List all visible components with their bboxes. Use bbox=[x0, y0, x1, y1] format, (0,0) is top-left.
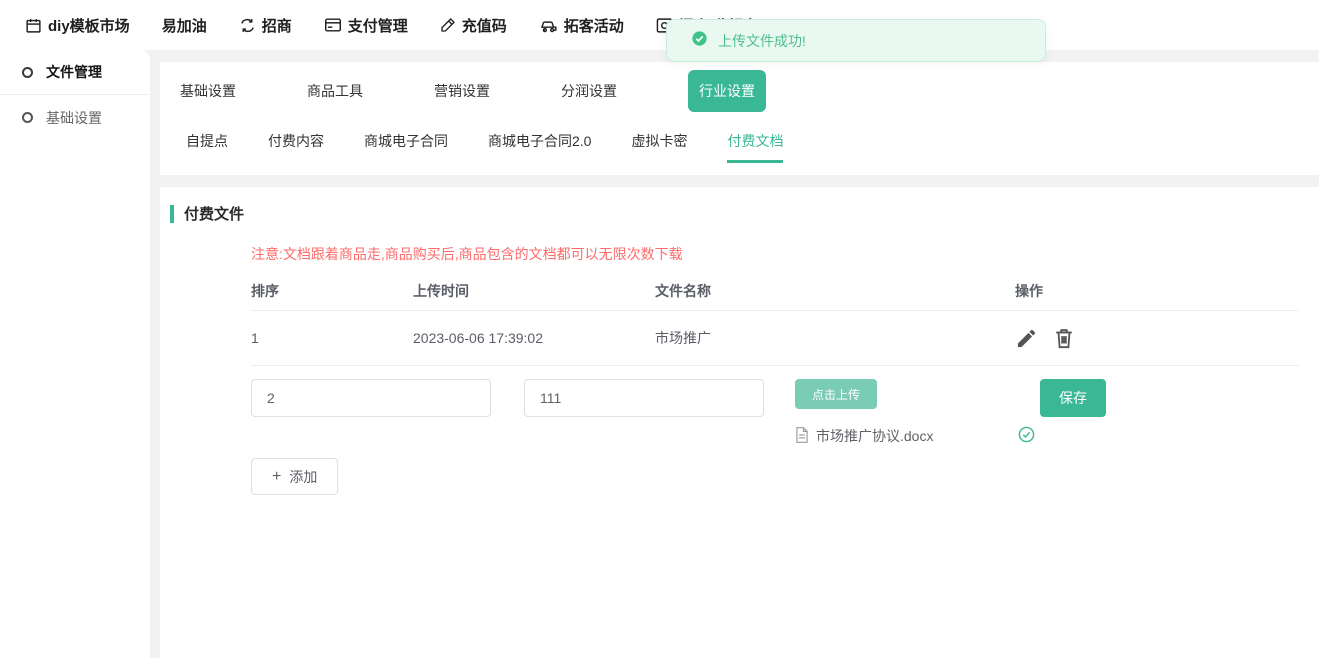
pen-icon bbox=[440, 17, 456, 33]
add-button-label: 添加 bbox=[289, 467, 317, 487]
nav-item-diy-template-market[interactable]: diy模板市场 bbox=[25, 15, 130, 36]
sidebar-item-basic-settings[interactable]: 基础设置 bbox=[0, 95, 150, 140]
toast-message: 上传文件成功! bbox=[718, 31, 806, 51]
nav-label: 拓客活动 bbox=[564, 15, 624, 36]
table-header-row: 排序 上传时间 文件名称 操作 bbox=[251, 271, 1299, 311]
nav-label: 充值码 bbox=[462, 15, 507, 36]
notice-text: 注意:文档跟着商品走,商品购买后,商品包含的文档都可以无限次数下载 bbox=[251, 244, 683, 264]
cell-file-name: 市场推广 bbox=[655, 328, 1015, 348]
files-table: 排序 上传时间 文件名称 操作 1 2023-06-06 17:39:02 市场… bbox=[251, 271, 1299, 366]
table-row: 1 2023-06-06 17:39:02 市场推广 bbox=[251, 311, 1299, 366]
edit-icon[interactable] bbox=[1015, 327, 1038, 350]
file-name-input[interactable] bbox=[524, 379, 764, 417]
sort-input[interactable] bbox=[251, 379, 491, 417]
document-icon bbox=[795, 427, 809, 446]
uploaded-file-item[interactable]: 市场推广协议.docx bbox=[795, 426, 933, 446]
sub-tabs: 自提点 付费内容 商城电子合同 商城电子合同2.0 虚拟卡密 付费文档 bbox=[160, 131, 1319, 163]
col-header-actions: 操作 bbox=[1015, 281, 1299, 301]
nav-label: 易加油 bbox=[162, 15, 207, 36]
section-accent-bar bbox=[170, 205, 174, 223]
nav-item-payment-management[interactable]: 支付管理 bbox=[324, 15, 408, 36]
sidebar-item-label: 基础设置 bbox=[46, 108, 102, 128]
cell-sort: 1 bbox=[251, 330, 413, 346]
nav-label: diy模板市场 bbox=[48, 15, 130, 36]
settings-tab-panel: 基础设置 商品工具 营销设置 分润设置 行业设置 自提点 付费内容 商城电子合同… bbox=[160, 62, 1319, 175]
nav-label: 招商 bbox=[262, 15, 292, 36]
col-header-sort: 排序 bbox=[251, 281, 413, 301]
car-icon bbox=[539, 17, 558, 33]
uploaded-file-name: 市场推广协议.docx bbox=[816, 426, 933, 446]
subtab-paid-content[interactable]: 付费内容 bbox=[268, 131, 324, 163]
radio-circle-icon bbox=[22, 67, 33, 78]
main-tabs: 基础设置 商品工具 营销设置 分润设置 行业设置 bbox=[160, 72, 1319, 110]
save-button[interactable]: 保存 bbox=[1040, 379, 1106, 417]
nav-label: 支付管理 bbox=[348, 15, 408, 36]
cell-upload-time: 2023-06-06 17:39:02 bbox=[413, 330, 655, 346]
subtab-mall-econtract[interactable]: 商城电子合同 bbox=[364, 131, 448, 163]
paid-files-panel: 付费文件 注意:文档跟着商品走,商品购买后,商品包含的文档都可以无限次数下载 排… bbox=[160, 187, 1319, 658]
tab-industry-settings[interactable]: 行业设置 bbox=[688, 70, 766, 112]
nav-item-yijiayou[interactable]: 易加油 bbox=[162, 15, 207, 36]
radio-circle-icon bbox=[22, 112, 33, 123]
col-header-upload-time: 上传时间 bbox=[413, 281, 655, 301]
col-header-file-name: 文件名称 bbox=[655, 281, 1015, 301]
upload-button[interactable]: 点击上传 bbox=[795, 379, 877, 409]
subtab-paid-documents[interactable]: 付费文档 bbox=[727, 131, 783, 163]
sidebar-item-file-management[interactable]: 文件管理 bbox=[0, 50, 150, 95]
nav-item-customer-activity[interactable]: 拓客活动 bbox=[539, 15, 624, 36]
section-title: 付费文件 bbox=[184, 203, 244, 224]
calendar-icon bbox=[25, 17, 42, 34]
recycle-icon bbox=[239, 17, 256, 34]
sidebar: 文件管理 基础设置 bbox=[0, 50, 150, 658]
nav-item-recharge-code[interactable]: 充值码 bbox=[440, 15, 507, 36]
subtab-pickup-point[interactable]: 自提点 bbox=[186, 131, 228, 163]
sidebar-item-label: 文件管理 bbox=[46, 62, 102, 82]
card-icon bbox=[324, 17, 342, 33]
section-header: 付费文件 bbox=[170, 203, 244, 224]
subtab-mall-econtract-2[interactable]: 商城电子合同2.0 bbox=[488, 131, 591, 163]
nav-item-zhaoshang[interactable]: 招商 bbox=[239, 15, 292, 36]
tab-basic-settings[interactable]: 基础设置 bbox=[180, 81, 236, 101]
add-button[interactable]: + 添加 bbox=[251, 458, 338, 495]
row-actions bbox=[1015, 326, 1299, 350]
upload-success-check-icon bbox=[1018, 426, 1035, 448]
delete-icon[interactable] bbox=[1053, 326, 1075, 350]
success-toast: 上传文件成功! bbox=[666, 19, 1046, 62]
success-check-icon bbox=[691, 30, 708, 52]
tab-marketing-settings[interactable]: 营销设置 bbox=[434, 81, 490, 101]
plus-icon: + bbox=[272, 468, 281, 486]
subtab-virtual-card[interactable]: 虚拟卡密 bbox=[631, 131, 687, 163]
tab-profit-settings[interactable]: 分润设置 bbox=[561, 81, 617, 101]
tab-product-tools[interactable]: 商品工具 bbox=[307, 81, 363, 101]
top-navigation: diy模板市场 易加油 招商 支付管理 充值码 拓客活动 门店-收银台 bbox=[0, 0, 1319, 50]
